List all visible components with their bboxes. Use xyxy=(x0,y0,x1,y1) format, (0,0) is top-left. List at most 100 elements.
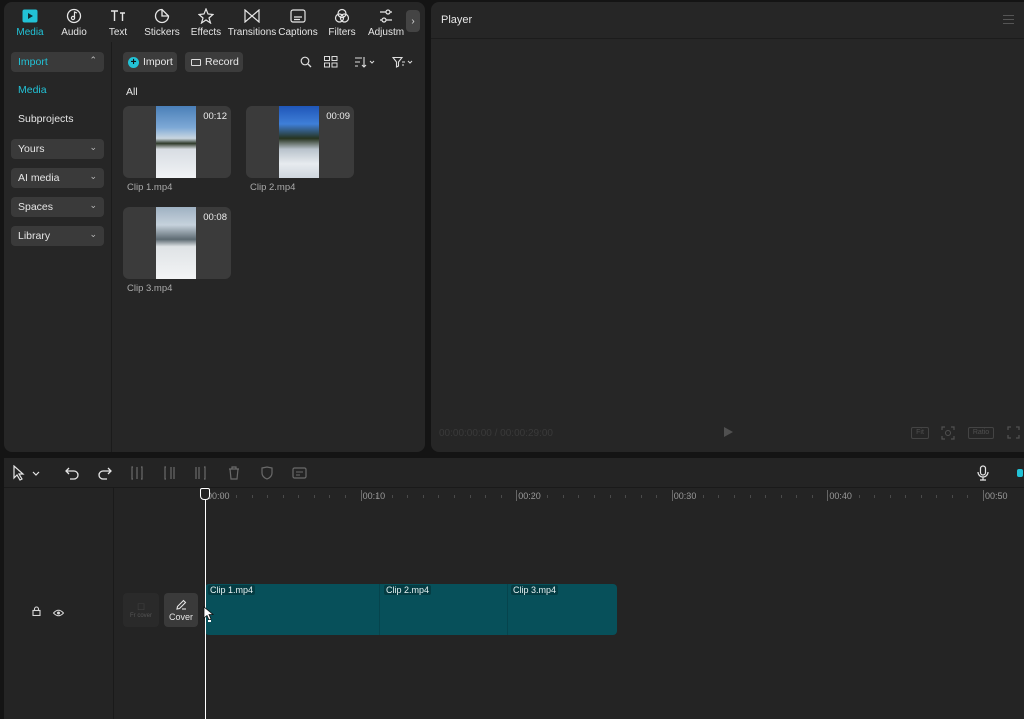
effects-icon xyxy=(197,7,215,25)
trim-right-button[interactable] xyxy=(194,465,208,481)
ruler-minor-tick xyxy=(656,495,658,498)
tab-adjustment[interactable]: Adjustm xyxy=(364,2,408,42)
sidebar-import[interactable]: Import ⌃ xyxy=(11,52,104,72)
playhead-handle[interactable] xyxy=(200,488,210,500)
sidebar-spaces-label: Spaces xyxy=(18,201,54,213)
microphone-icon xyxy=(977,465,989,481)
tab-effects[interactable]: Effects xyxy=(184,2,228,42)
audio-icon xyxy=(65,7,83,25)
timeline-clip-1[interactable]: Clip 1.mp4 xyxy=(205,584,380,635)
fit-button[interactable]: Fit xyxy=(911,427,929,439)
tab-media[interactable]: Media xyxy=(8,2,52,42)
search-button[interactable] xyxy=(299,54,313,70)
ruler-minor-tick xyxy=(329,495,331,498)
marker-button[interactable] xyxy=(260,465,274,481)
media-card-clip-3[interactable]: 00:08 xyxy=(123,207,231,279)
import-button[interactable]: + Import xyxy=(123,52,177,72)
ruler-minor-tick xyxy=(407,495,409,498)
ruler-major-tick xyxy=(983,490,984,501)
cover-button-label: Cover xyxy=(168,611,193,622)
mouse-cursor-icon xyxy=(203,606,215,627)
clip-duration: 00:09 xyxy=(326,111,350,122)
tab-stickers[interactable]: Stickers xyxy=(140,2,184,42)
ruler-minor-tick xyxy=(500,495,502,498)
sidebar-ai-media[interactable]: AI media ⌄ xyxy=(11,168,104,188)
play-button[interactable] xyxy=(723,426,734,441)
tab-media-label: Media xyxy=(16,27,44,38)
search-icon xyxy=(300,56,312,68)
camera-icon xyxy=(191,58,201,66)
filters-icon xyxy=(333,7,351,25)
ruler-minor-tick xyxy=(858,495,860,498)
ruler-minor-tick xyxy=(562,495,564,498)
tab-audio-label: Audio xyxy=(61,27,87,38)
ruler-time-label: 00:10 xyxy=(362,491,386,501)
undo-icon xyxy=(65,467,79,480)
delete-button[interactable] xyxy=(227,465,241,481)
ruler-major-tick xyxy=(827,490,829,501)
ruler-minor-tick xyxy=(609,495,611,498)
tab-text[interactable]: Text xyxy=(96,2,140,42)
media-card-clip-2[interactable]: 00:09 xyxy=(246,106,354,178)
redo-button[interactable] xyxy=(97,465,113,481)
asset-toolbar: Media Audio Text Stickers Effects Transi… xyxy=(4,2,425,42)
sort-button[interactable] xyxy=(353,54,377,70)
trim-left-button[interactable] xyxy=(162,465,176,481)
sidebar-item-subprojects[interactable]: Subprojects xyxy=(18,113,73,125)
menu-icon[interactable] xyxy=(1003,15,1014,24)
tab-transitions[interactable]: Transitions xyxy=(228,2,276,42)
ruler-time-label: 00:40 xyxy=(829,491,852,501)
ruler-time-label: 00:30 xyxy=(673,491,697,501)
timeline-toggle[interactable] xyxy=(1016,465,1024,481)
undo-button[interactable] xyxy=(64,465,80,481)
timeline-ruler[interactable]: 00:00 00:10 00:20 00:30 00:40 00:50 xyxy=(115,488,1024,508)
fullscreen-button[interactable] xyxy=(1007,426,1020,442)
split-button[interactable] xyxy=(130,465,144,481)
auto-captions-button[interactable] xyxy=(291,465,307,481)
tab-filters[interactable]: Filters xyxy=(320,2,364,42)
sidebar-ai-media-label: AI media xyxy=(18,172,60,184)
tab-effects-label: Effects xyxy=(190,27,222,38)
split-icon xyxy=(131,466,143,480)
ruler-minor-tick xyxy=(547,495,549,498)
ruler-minor-tick xyxy=(920,495,922,498)
sidebar-library[interactable]: Library ⌄ xyxy=(11,226,104,246)
timeline-clip-3[interactable]: Clip 3.mp4 xyxy=(508,584,617,635)
timeline-clip-2[interactable]: Clip 2.mp4 xyxy=(380,584,508,635)
trim-right-icon xyxy=(195,466,206,480)
media-panel: Media Audio Text Stickers Effects Transi… xyxy=(4,2,425,452)
ruler-minor-tick xyxy=(485,495,487,498)
playhead-line[interactable] xyxy=(205,488,206,719)
ruler-minor-tick xyxy=(905,495,907,498)
record-button[interactable]: Record xyxy=(185,52,243,72)
ratio-button[interactable]: Ratio xyxy=(968,427,994,439)
sidebar-item-media[interactable]: Media xyxy=(18,84,47,96)
media-content: + Import Record All 00:12 Clip 1.mp4 00:… xyxy=(113,42,425,452)
video-clip-group[interactable]: Clip 1.mp4 Clip 2.mp4 Clip 3.mp4 xyxy=(205,584,617,635)
view-mode-button[interactable] xyxy=(323,54,339,70)
ruler-minor-tick xyxy=(889,495,891,498)
fullscreen-preview-button[interactable] xyxy=(941,426,955,443)
ruler-minor-tick xyxy=(422,495,424,498)
media-card-clip-1[interactable]: 00:12 xyxy=(123,106,231,178)
toolbar-scroll-right-button[interactable]: › xyxy=(406,10,420,32)
sidebar-spaces[interactable]: Spaces ⌄ xyxy=(11,197,104,217)
ruler-minor-tick xyxy=(625,495,627,498)
record-voice-button[interactable] xyxy=(976,465,990,481)
tab-captions[interactable]: Captions xyxy=(276,2,320,42)
plus-icon: + xyxy=(128,56,139,68)
chevron-down-icon: ⌄ xyxy=(89,171,97,181)
ruler-minor-tick xyxy=(967,495,969,498)
tab-audio[interactable]: Audio xyxy=(52,2,96,42)
sidebar-yours[interactable]: Yours ⌄ xyxy=(11,139,104,159)
filter-button[interactable] xyxy=(391,54,415,70)
first-frame-cover-label: Fr cover xyxy=(129,612,152,619)
ruler-minor-tick xyxy=(298,495,300,498)
ruler-time-label: 00:50 xyxy=(985,491,1008,501)
cursor-icon xyxy=(13,465,40,481)
select-tool-button[interactable] xyxy=(12,465,42,481)
ruler-minor-tick xyxy=(391,495,393,498)
clip-name: Clip 2.mp4 xyxy=(250,182,296,193)
clip-name: Clip 1.mp4 xyxy=(127,182,173,193)
cover-button[interactable]: Cover xyxy=(164,593,198,627)
